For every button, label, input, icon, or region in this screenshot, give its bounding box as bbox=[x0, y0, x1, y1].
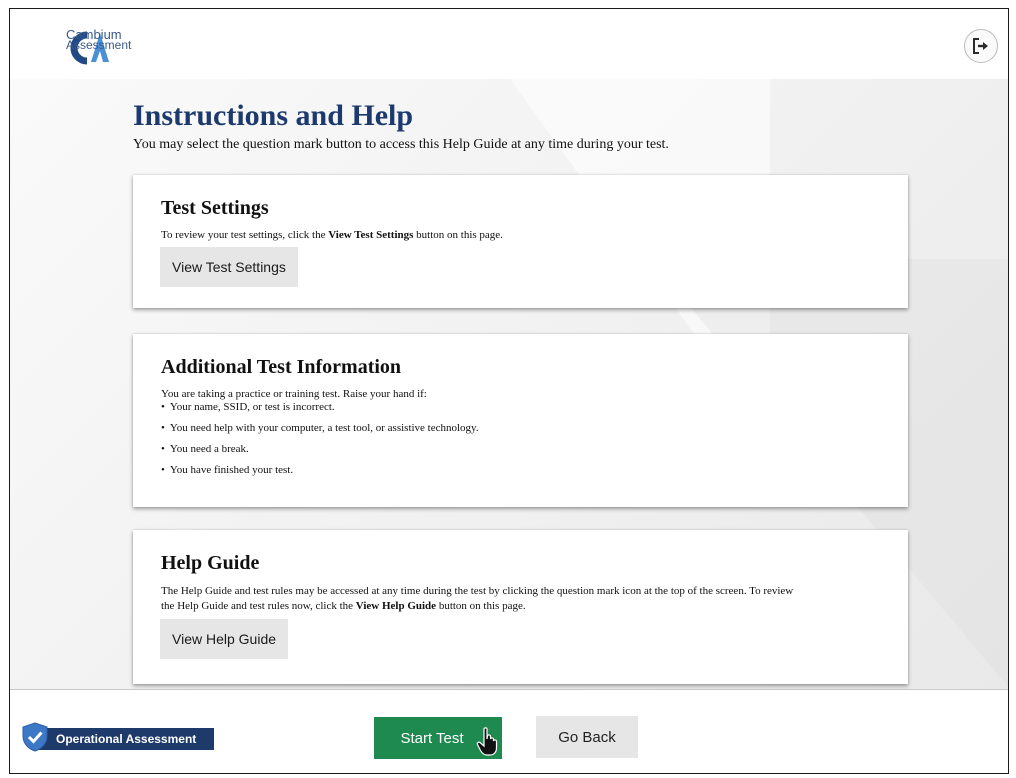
help-guide-text-line-1: The Help Guide and test rules may be acc… bbox=[161, 585, 794, 597]
app-window: Cambium Assessment Instructions and Help… bbox=[9, 8, 1009, 774]
test-settings-card: Test Settings To review your test settin… bbox=[133, 175, 908, 308]
list-item: You need a break. bbox=[161, 443, 479, 455]
additional-info-intro: You are taking a practice or training te… bbox=[161, 388, 427, 400]
view-help-guide-button[interactable]: View Help Guide bbox=[160, 619, 289, 659]
logout-button[interactable] bbox=[964, 29, 998, 63]
list-item: You have finished your test. bbox=[161, 464, 479, 476]
hand-pointer-icon bbox=[476, 727, 498, 756]
additional-info-card: Additional Test Information You are taki… bbox=[133, 334, 908, 507]
list-item: Your name, SSID, or test is incorrect. bbox=[161, 401, 479, 413]
help-guide-card: Help Guide The Help Guide and test rules… bbox=[133, 530, 908, 684]
badge-label: Operational Assessment bbox=[32, 728, 214, 750]
logo-wordmark: Cambium Assessment bbox=[66, 28, 132, 52]
test-settings-text: To review your test settings, click the … bbox=[161, 229, 503, 241]
logout-icon bbox=[973, 38, 988, 54]
page-subtitle: You may select the question mark button … bbox=[133, 137, 669, 152]
view-test-settings-button[interactable]: View Test Settings bbox=[160, 247, 298, 287]
go-back-button[interactable]: Go Back bbox=[536, 716, 638, 758]
additional-info-heading: Additional Test Information bbox=[161, 356, 402, 378]
test-settings-heading: Test Settings bbox=[161, 197, 269, 219]
help-guide-heading: Help Guide bbox=[161, 552, 260, 574]
additional-info-list: Your name, SSID, or test is incorrect. Y… bbox=[161, 401, 479, 485]
list-item: You need help with your computer, a test… bbox=[161, 422, 479, 434]
page-title: Instructions and Help bbox=[133, 99, 414, 132]
shield-check-icon bbox=[22, 722, 48, 752]
logo-line-2: Assessment bbox=[66, 38, 132, 52]
header: Cambium Assessment bbox=[10, 9, 1008, 79]
instructions-page: Instructions and Help You may select the… bbox=[10, 79, 1008, 689]
footer-bar: Operational Assessment Start Test Go Bac… bbox=[10, 689, 1008, 773]
help-guide-text-line-2: the Help Guide and test rules now, click… bbox=[161, 600, 526, 612]
